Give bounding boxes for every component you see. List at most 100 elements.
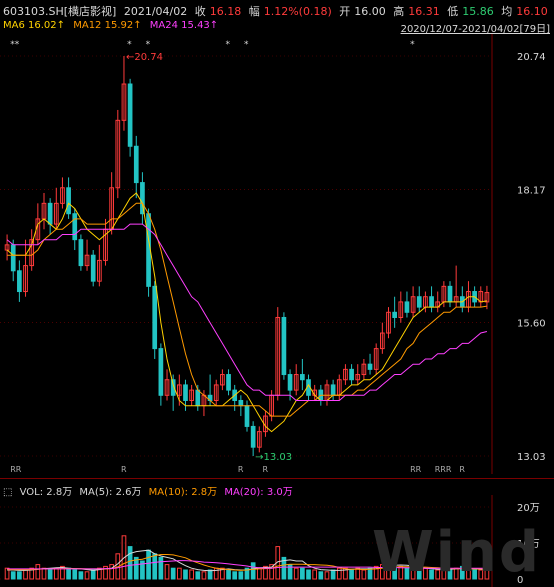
candle xyxy=(23,239,28,297)
wind-watermark: Wind xyxy=(372,520,541,585)
candle xyxy=(355,364,361,385)
volume-bar xyxy=(90,569,96,580)
candle-body xyxy=(330,384,336,396)
candle-body xyxy=(78,239,84,267)
high-label: 高 xyxy=(393,5,405,18)
candle xyxy=(66,177,71,219)
open-value: 16.00 xyxy=(354,5,386,18)
candle-body xyxy=(447,285,453,303)
volume-bar xyxy=(226,569,231,580)
candle xyxy=(416,286,422,313)
candle-body xyxy=(195,389,201,407)
candle xyxy=(293,364,299,396)
candle-body xyxy=(66,187,71,215)
candle xyxy=(47,198,53,235)
volume-bar xyxy=(330,569,336,580)
candle xyxy=(84,239,90,271)
candle-body xyxy=(17,270,22,293)
candle-body xyxy=(152,285,158,350)
volume-bar xyxy=(293,567,299,580)
candle xyxy=(256,426,262,453)
candle xyxy=(459,286,465,313)
ma6-legend: MA6 16.02↑ xyxy=(3,20,66,31)
candle xyxy=(447,281,453,308)
price-tick-label: 13.03 xyxy=(517,452,546,463)
bottom-marker: R xyxy=(459,465,465,474)
volume-bar xyxy=(66,567,71,580)
close-value: 16.18 xyxy=(209,5,242,18)
volume-bar xyxy=(84,571,90,580)
candle xyxy=(90,250,96,287)
volume-bar xyxy=(72,569,78,580)
candle-body xyxy=(90,254,96,282)
candle-body xyxy=(127,83,133,147)
candle-body xyxy=(226,374,231,391)
volume-bar xyxy=(201,571,207,580)
quote-row: 603103.SH[横店影视] 2021/04/02 收 16.18 幅 1.12%… xyxy=(3,3,552,19)
candle-body xyxy=(429,296,434,308)
candle xyxy=(429,286,434,313)
bottom-marker: RR xyxy=(410,465,422,474)
volume-bar xyxy=(47,569,53,580)
volume-bar xyxy=(312,569,318,580)
candle xyxy=(392,296,397,328)
candle-body xyxy=(367,363,373,370)
candle xyxy=(133,135,139,199)
candle-body xyxy=(281,316,287,376)
candle xyxy=(60,177,65,209)
candle-body xyxy=(392,311,397,318)
candle xyxy=(164,369,170,401)
volume-bar xyxy=(146,549,151,580)
volume-bar xyxy=(41,567,47,580)
date-range[interactable]: 2020/12/07-2021/04/02[79日] xyxy=(401,20,550,35)
volume-bar xyxy=(195,571,201,580)
price-tick-label: 15.60 xyxy=(517,319,546,330)
candle-body xyxy=(287,374,293,391)
volume-bar xyxy=(324,571,330,580)
change-value: 1.12%(0.18) xyxy=(263,5,332,18)
volume-bar xyxy=(189,569,194,580)
candle xyxy=(484,285,490,310)
quote-header: 603103.SH[横店影视] 2021/04/02 收 16.18 幅 1.12%… xyxy=(0,0,554,35)
volume-bar xyxy=(300,567,305,580)
candle xyxy=(189,384,194,406)
candle xyxy=(244,400,250,432)
price-tick-label: 20.74 xyxy=(517,52,546,63)
volume-bar xyxy=(10,571,16,580)
volume-bar xyxy=(318,571,324,580)
candle xyxy=(97,244,102,287)
bottom-marker: RR xyxy=(10,465,22,474)
volume-bar xyxy=(238,571,244,580)
ma-legend: MA6 16.02↑ MA12 15.92↑ MA24 15.43↑ xyxy=(3,20,223,31)
bottom-marker: RRR xyxy=(435,465,452,474)
stock-code[interactable]: 603103.SH[横店影视] xyxy=(3,5,116,18)
volume-bar xyxy=(17,571,22,580)
price-chart[interactable]: 20.7418.1715.6013.03←20.74→13.03** * * * * *R… xyxy=(0,34,554,474)
candle xyxy=(324,379,330,406)
candle-body xyxy=(250,425,256,448)
candle xyxy=(367,353,373,375)
candle xyxy=(281,312,287,380)
top-marker: * xyxy=(127,40,132,50)
high-value: 16.31 xyxy=(408,5,440,18)
volume-bar xyxy=(158,556,164,580)
open-label: 开 xyxy=(339,5,351,18)
candle xyxy=(330,379,336,401)
candle xyxy=(72,208,78,251)
candle xyxy=(349,364,354,385)
candle xyxy=(140,172,145,225)
volume-bar xyxy=(78,571,84,580)
volume-bar xyxy=(35,564,41,580)
volume-divider xyxy=(0,478,554,479)
candle xyxy=(478,286,484,308)
top-marker: * xyxy=(410,40,415,50)
candle-body xyxy=(10,244,16,272)
top-marker: * xyxy=(146,40,151,50)
top-marker: * xyxy=(244,40,249,50)
candle-body xyxy=(47,202,53,225)
volume-bar xyxy=(207,569,213,580)
candle xyxy=(146,208,151,297)
candle xyxy=(361,358,367,380)
candle xyxy=(53,187,59,230)
volume-bar xyxy=(164,564,170,580)
